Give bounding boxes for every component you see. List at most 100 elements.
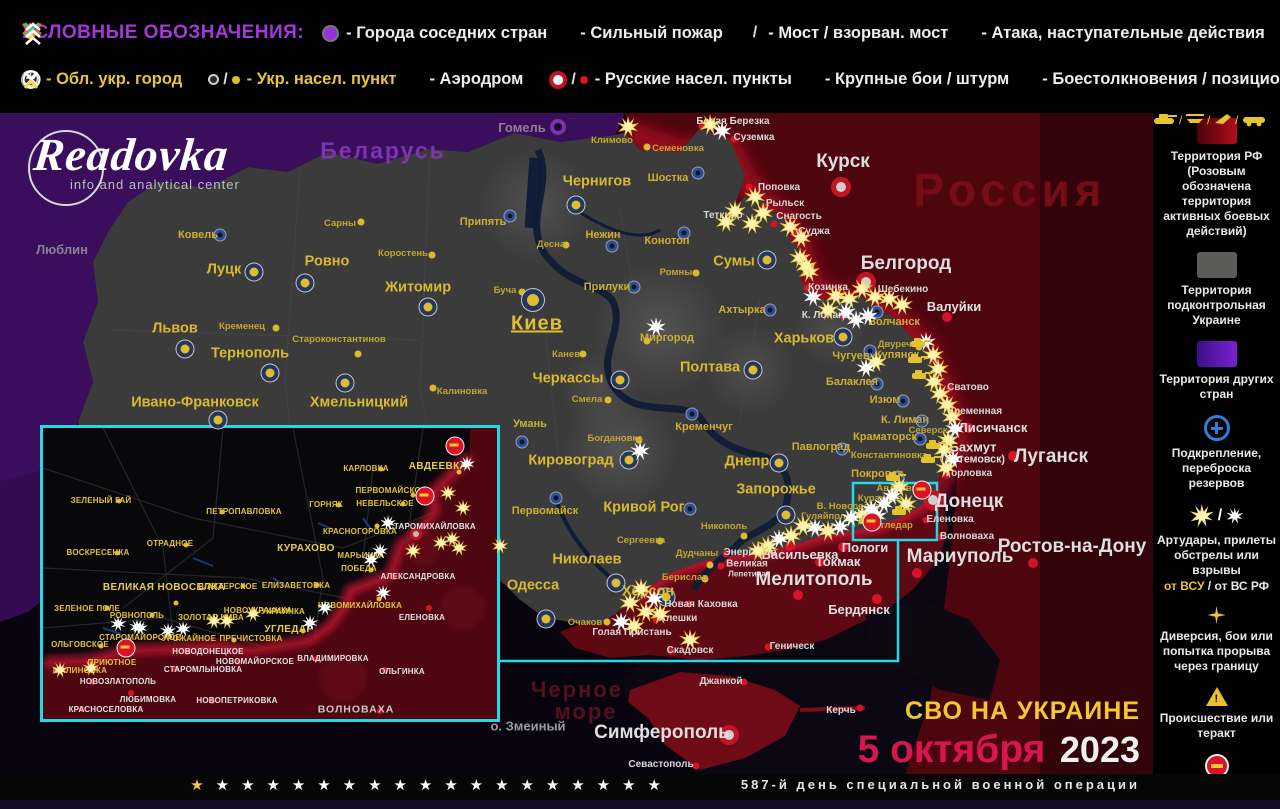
city-dot xyxy=(262,365,279,382)
city-dot xyxy=(297,275,314,292)
legend-item-aerodrome: - Аэродром xyxy=(422,70,523,89)
city-label: Шостка xyxy=(648,173,689,185)
city-dot xyxy=(746,184,753,191)
city-label: Рыльск xyxy=(766,199,804,210)
city-dot xyxy=(778,507,795,524)
city-label: Припять xyxy=(460,217,507,229)
city-label: Николаев xyxy=(552,552,621,567)
sidebar-legend-sabotage-sparkle: Диверсия, бои или попытка прорыва через … xyxy=(1157,606,1277,674)
city-label: НОВОПЕТРИКОВКА xyxy=(196,697,277,705)
city-label: Гомель xyxy=(498,121,546,135)
city-dot xyxy=(568,197,585,214)
city-label: НОВОЗЛАТОПОЛЬ xyxy=(80,678,156,686)
city-label: Луганск xyxy=(1014,447,1088,467)
progress-star-icon: ★ xyxy=(292,776,305,794)
city-label: Донецк xyxy=(935,492,1004,512)
sidebar-legend-label: Происшествие или теракт xyxy=(1157,711,1277,741)
city-dot xyxy=(210,412,227,429)
city-dot xyxy=(607,241,618,252)
city-label: Снагость xyxy=(776,212,821,223)
city-label: Белгород xyxy=(861,254,952,274)
city-label: Константиновка xyxy=(851,451,927,461)
city-label: Лисичанск xyxy=(959,421,1028,435)
city-label: Суземка xyxy=(734,133,775,144)
progress-star-icon: ★ xyxy=(546,776,559,794)
city-label: ОТРАДНОЕ xyxy=(147,540,193,548)
progress-star-icon: ★ xyxy=(317,776,330,794)
city-label: Мелитополь xyxy=(755,570,872,590)
sidebar-legend-reinforcement: Подкрепление, переброска резервов xyxy=(1157,415,1277,491)
city-label: Семеновка xyxy=(652,144,704,154)
progress-star-icon: ★ xyxy=(343,776,356,794)
city-dot xyxy=(644,144,651,151)
sidebar-legend-label: Диверсия, бои или попытка прорыва через … xyxy=(1157,629,1277,674)
sidebar-legend-label: Территория подконтрольная Украине xyxy=(1157,283,1277,328)
city-label: Ростов-на-Дону xyxy=(998,537,1147,557)
strike-burst-yellow-icon xyxy=(405,543,422,560)
legend-item-label: - Укр. насел. пункт xyxy=(247,70,397,89)
repelled-attack-icon xyxy=(117,639,136,658)
progress-star-icon: ★ xyxy=(622,776,635,794)
city-label: Кировоград xyxy=(528,453,613,468)
city-dot xyxy=(337,375,354,392)
city-dot xyxy=(685,504,696,515)
strike-pair-icon: / xyxy=(1190,504,1243,528)
sidebar-legend-label: Артудары, прилеты обстрелы или взрывы xyxy=(1157,533,1277,578)
logo-subtitle: info and analytical center xyxy=(70,177,240,192)
strike-burst-yellow-icon xyxy=(492,538,509,555)
bridge-pair-icon: / xyxy=(749,24,761,42)
city-label: КУРАХОВО xyxy=(277,544,335,555)
city-label: Ромны xyxy=(660,268,693,278)
region-label: о. Змеиный xyxy=(490,719,565,734)
bottom-strip xyxy=(0,800,1280,809)
territory-other-swatch-icon xyxy=(1197,341,1237,367)
city-dot xyxy=(605,397,612,404)
legend-item-ru-settlement-pair: /- Русские насел. пункты xyxy=(549,70,792,89)
city-label: Чернигов xyxy=(563,174,631,189)
city-label: Берислав xyxy=(662,573,708,583)
progress-star-icon: ★ xyxy=(444,776,457,794)
strike-burst-yellow-icon xyxy=(455,500,472,517)
city-label: Бердянск xyxy=(828,603,890,617)
city-label: Поповка xyxy=(758,183,800,194)
city-label: Богдановка xyxy=(588,434,643,444)
city-label: Люблин xyxy=(36,243,88,257)
sidebar-legend-label: Подкрепление, переброска резервов xyxy=(1157,446,1277,491)
repelled-attack-icon xyxy=(446,437,465,456)
city-dot xyxy=(759,252,776,269)
legend-item-ua-oblast-city: - Обл. укр. город xyxy=(22,70,182,89)
region-label: Беларусь xyxy=(320,138,446,165)
city-label: Буча xyxy=(494,286,517,296)
city-dot xyxy=(551,120,565,134)
city-dot xyxy=(771,455,788,472)
legend-item-attack-chevrons: - Атака, наступательные действия xyxy=(974,24,1264,43)
city-label: Скадовск xyxy=(667,646,714,657)
city-label: Краматорск xyxy=(853,432,917,444)
legend-item-neighbor-city: - Города соседних стран xyxy=(322,24,547,43)
city-label: ПОБЕДА xyxy=(341,565,377,573)
city-label: ВЛАДИМИРОВКА xyxy=(297,655,368,663)
city-label: ЛЮБИМОВКА xyxy=(120,696,177,704)
city-label: Кривой Рог xyxy=(603,500,684,515)
city-label: Изюм xyxy=(870,395,901,407)
title-block: СВО НА УКРАИНЕ 5 октября 2023 xyxy=(858,697,1140,772)
infographic-map-page: КовельЛуцкРовноСарныКоростеньЖитомирЛьво… xyxy=(0,0,1280,809)
city-label: Кременчуг xyxy=(675,422,732,434)
city-dot xyxy=(426,605,432,611)
city-label: Ровно xyxy=(305,254,350,269)
right-legend-sidebar: Территория РФ (Розовым обозначена террит… xyxy=(1153,110,1280,809)
legend-item-bridge-pair: /- Мост / взорван. мост xyxy=(749,24,949,43)
legend-title: УСЛОВНЫЕ ОБОЗНАЧЕНИЯ: xyxy=(22,22,304,44)
map-markers-layer: КовельЛуцкРовноСарныКоростеньЖитомирЛьво… xyxy=(0,0,1280,809)
city-label: ОЛЬГИНКА xyxy=(379,668,425,676)
city-label: Дудчаны xyxy=(676,549,719,559)
city-label: Полтава xyxy=(680,360,740,375)
progress-star-icon: ★ xyxy=(266,776,279,794)
city-label: Смела xyxy=(572,395,603,405)
city-dot xyxy=(745,362,762,379)
city-label: Киев xyxy=(511,314,563,335)
city-label: Ивано-Франковск xyxy=(131,395,259,410)
svg-text:/: / xyxy=(1179,113,1183,127)
sidebar-legend-label: Территория РФ (Розовым обозначена террит… xyxy=(1157,149,1277,239)
progress-star-icon: ★ xyxy=(216,776,229,794)
